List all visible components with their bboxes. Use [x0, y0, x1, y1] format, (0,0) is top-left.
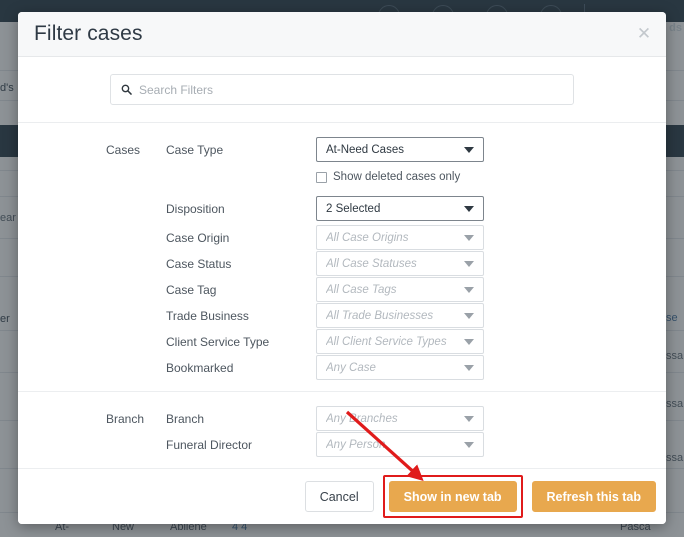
funeral-director-value: Any Person [326, 438, 386, 451]
field-label: Bookmarked [166, 360, 234, 375]
filter-row-case-status: Case Status All Case Statuses [18, 251, 666, 276]
show-deleted-cases-only-row[interactable]: Show deleted cases only [316, 171, 460, 183]
chevron-down-icon [464, 234, 474, 241]
filter-cases-modal: Filter cases ✕ Cases Case Type [18, 12, 666, 524]
field-label: Case Tag [166, 282, 217, 297]
bookmarked-select[interactable]: Any Case [316, 355, 484, 380]
filter-row-case-tag: Case Tag All Case Tags [18, 277, 666, 302]
client-service-type-value: All Client Service Types [326, 335, 447, 348]
field-label: Disposition [166, 201, 225, 216]
chevron-down-icon [464, 338, 474, 345]
cancel-button[interactable]: Cancel [304, 481, 374, 512]
branch-value: Any Branches [326, 412, 398, 425]
search-icon [121, 84, 132, 95]
field-label: Case Status [166, 256, 232, 271]
trade-business-select[interactable]: All Trade Businesses [316, 303, 484, 328]
show-deleted-cases-label: Show deleted cases only [333, 171, 461, 183]
filter-row-branch: Branch Branch Any Branches [18, 406, 666, 431]
field-label: Case Type [166, 142, 224, 157]
case-origin-select[interactable]: All Case Origins [316, 225, 484, 250]
filter-row-disposition: Disposition 2 Selected [18, 196, 666, 221]
refresh-this-tab-button[interactable]: Refresh this tab [531, 481, 656, 512]
field-label: Trade Business [166, 308, 249, 323]
field-label: Branch [166, 411, 205, 426]
filter-row-bookmarked: Bookmarked Any Case [18, 355, 666, 380]
chevron-down-icon [464, 312, 474, 319]
field-label: Case Origin [166, 230, 230, 245]
chevron-down-icon [464, 364, 474, 371]
filter-row-client-service-type: Client Service Type All Client Service T… [18, 329, 666, 354]
modal-header: Filter cases ✕ [18, 12, 666, 57]
search-input[interactable] [139, 82, 539, 97]
branch-select[interactable]: Any Branches [316, 406, 484, 431]
chevron-down-icon [464, 260, 474, 267]
chevron-down-icon [464, 205, 474, 212]
search-box[interactable] [110, 74, 574, 105]
client-service-type-select[interactable]: All Client Service Types [316, 329, 484, 354]
show-in-new-tab-button[interactable]: Show in new tab [388, 481, 517, 512]
section-group-label: Cases [106, 142, 141, 157]
chevron-down-icon [464, 146, 474, 153]
case-type-value: At-Need Cases [326, 143, 404, 156]
annotation-highlight-box: Show in new tab [382, 475, 523, 518]
filter-row-trade-business: Trade Business All Trade Businesses [18, 303, 666, 328]
funeral-director-select[interactable]: Any Person [316, 432, 484, 457]
chevron-down-icon [464, 286, 474, 293]
filter-row-case-origin: Case Origin All Case Origins [18, 225, 666, 250]
field-label: Funeral Director [166, 437, 253, 452]
close-icon[interactable]: ✕ [634, 24, 654, 44]
filter-section-cases: Cases Case Type At-Need Cases Show delet… [18, 123, 666, 391]
case-origin-value: All Case Origins [326, 231, 409, 244]
page-title: Filter cases [34, 22, 143, 45]
field-label: Client Service Type [166, 334, 270, 349]
disposition-value: 2 Selected [326, 202, 381, 215]
show-deleted-cases-checkbox[interactable] [316, 171, 327, 183]
search-section [18, 57, 666, 123]
chevron-down-icon [464, 415, 474, 422]
filter-row-show-deleted: Show deleted cases only [18, 166, 666, 192]
disposition-select[interactable]: 2 Selected [316, 196, 484, 221]
screen-root: ds d's ear er se ssa ssa ssa At- New Abi… [0, 0, 684, 537]
case-tag-value: All Case Tags [326, 283, 397, 296]
section-group-label: Branch [106, 411, 145, 426]
filter-section-branch: Branch Branch Any Branches Funeral Direc… [18, 391, 666, 468]
filter-form: Cases Case Type At-Need Cases Show delet… [18, 123, 666, 468]
bookmarked-value: Any Case [326, 361, 376, 374]
filter-row-case-type: Cases Case Type At-Need Cases [18, 137, 666, 162]
case-type-select[interactable]: At-Need Cases [316, 137, 484, 162]
trade-business-value: All Trade Businesses [326, 309, 434, 322]
case-status-value: All Case Statuses [326, 257, 417, 270]
case-tag-select[interactable]: All Case Tags [316, 277, 484, 302]
modal-footer: Cancel Show in new tab Refresh this tab [18, 468, 666, 524]
filter-row-funeral-director: Funeral Director Any Person [18, 432, 666, 457]
chevron-down-icon [464, 441, 474, 448]
case-status-select[interactable]: All Case Statuses [316, 251, 484, 276]
